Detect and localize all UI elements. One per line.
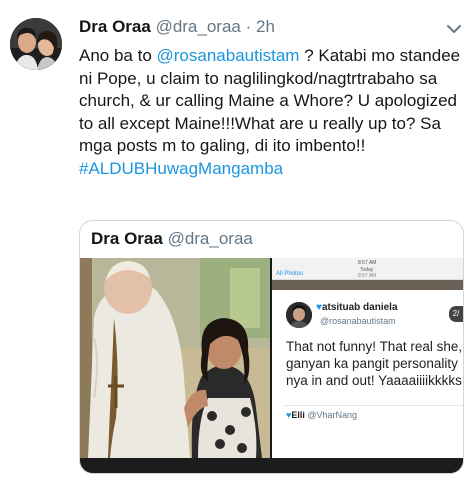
quoted-media[interactable]: 8:57 AM Today 8:57 AM All Photos ♥atsitu… [80,258,463,473]
quoted-tweet[interactable]: Dra Oraa @dra_oraa 8:57 AM Today 8:57 AM… [79,220,464,474]
separator-dot: · [245,17,252,36]
quoted-display-name: Dra Oraa [91,229,163,248]
screenshot-tweet: ♥atsituab daniela @rosanabautistam 2/ Th… [272,290,463,458]
photo-woman-with-pope-standee [80,258,270,458]
media-bottom-bar [80,458,463,473]
screenshot-tweet-text: That not funny! That real she, ganyan ka… [286,339,463,388]
timestamp[interactable]: 2h [256,17,275,36]
quoted-tweet-header: Dra Oraa @dra_oraa [91,227,253,251]
avatar[interactable] [10,18,62,70]
screenshot-reply-name: Elli [291,410,305,420]
screenshot-avatar [286,302,312,328]
screenshot-reply-divider [284,405,463,406]
tweet[interactable]: Dra Oraa @dra_oraa · 2h Ano ba to @rosan… [0,0,473,478]
display-name[interactable]: Dra Oraa [79,17,151,36]
screenshot-user-handle: @rosanabautistam [320,316,396,326]
avatar-photo [10,18,62,70]
screenshot-stamp: 8:57 AM [358,273,377,279]
screenshot-reply: ♥Elli @VharNang [286,410,357,420]
hashtag-link[interactable]: #ALDUBHuwagMangamba [79,159,283,178]
screenshot-status-bar: 8:57 AM Today 8:57 AM All Photos [272,258,463,280]
mention-link[interactable]: @rosanabautistam [157,46,300,65]
screenshot-divider [272,280,463,290]
tweet-screenshot: 8:57 AM Today 8:57 AM All Photos ♥atsitu… [272,258,463,458]
screenshot-reply-handle: @VharNang [307,410,358,420]
tweet-header: Dra Oraa @dra_oraa · 2h [79,16,275,38]
screenshot-user-name: ♥atsituab daniela [316,302,398,313]
user-handle[interactable]: @dra_oraa [156,17,241,36]
screenshot-user-name-text: atsituab daniela [321,302,398,313]
chevron-down-icon[interactable] [445,20,463,38]
tweet-text: Ano ba to @rosanabautistam ? Katabi mo s… [79,45,464,180]
screenshot-clock: 8:57 AM [358,260,377,266]
tweet-text-part: Ano ba to [79,46,157,65]
quoted-user-handle: @dra_oraa [167,229,253,248]
screenshot-back-link: All Photos [276,271,304,277]
screenshot-page-badge: 2/ [449,306,463,322]
